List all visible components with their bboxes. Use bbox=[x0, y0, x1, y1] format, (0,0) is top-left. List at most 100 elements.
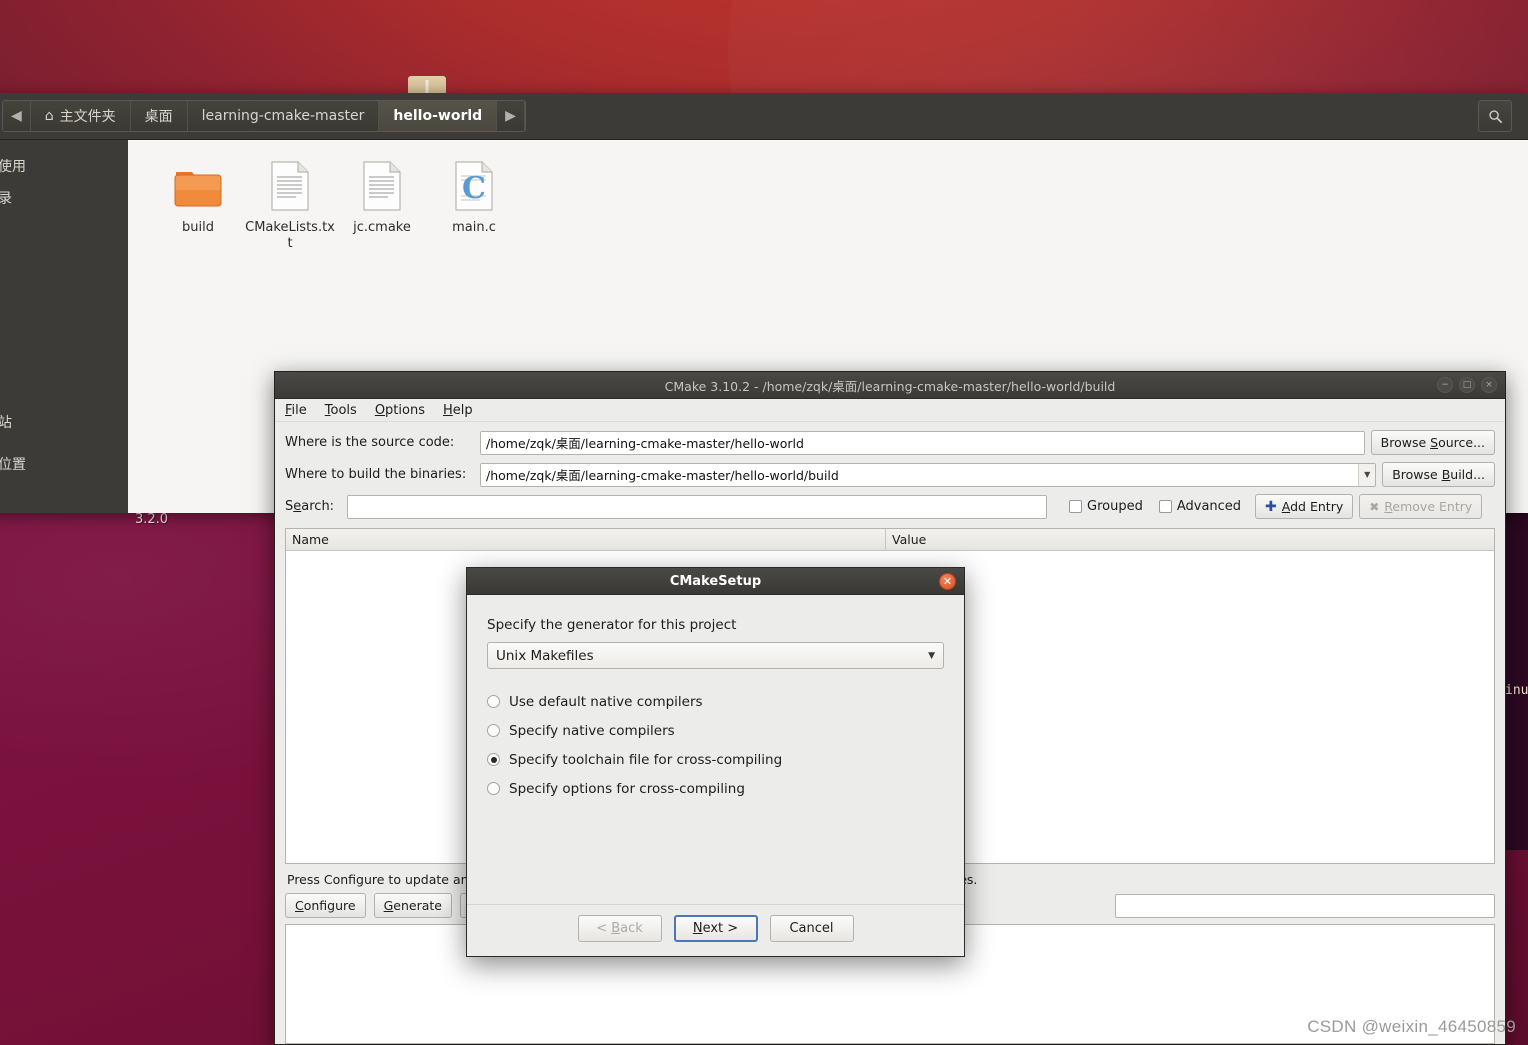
radio-icon-selected bbox=[487, 753, 500, 766]
radio-icon bbox=[487, 724, 500, 737]
menu-item-help[interactable]: Help bbox=[443, 403, 473, 418]
cancel-label: Cancel bbox=[789, 921, 834, 936]
chevron-down-icon[interactable]: ▼ bbox=[1358, 463, 1376, 486]
desktop-version-label: 3.2.0 bbox=[135, 512, 169, 527]
column-header-name[interactable]: Name bbox=[286, 529, 886, 550]
sidebar-item-label: 回收站 bbox=[0, 415, 12, 431]
file-label: build bbox=[182, 220, 214, 235]
next-button[interactable]: Next > bbox=[673, 915, 758, 942]
remove-icon: ✖ bbox=[1369, 499, 1380, 514]
maximize-button[interactable]: □ bbox=[1459, 377, 1475, 393]
breadcrumb-item-learning-cmake-master[interactable]: learning-cmake-master bbox=[187, 101, 380, 131]
sidebar-item-pictures[interactable]: 图片 bbox=[0, 278, 128, 310]
browse-source-button[interactable]: Browse Source... bbox=[1370, 430, 1495, 455]
browse-build-button[interactable]: Browse Build... bbox=[1382, 462, 1495, 487]
breadcrumb-item-home[interactable]: ⌂ 主文件夹 bbox=[30, 101, 131, 131]
minimize-icon: − bbox=[1441, 379, 1449, 390]
radio-use-default-native-compilers[interactable]: Use default native compilers bbox=[487, 687, 944, 716]
file-manager-search-button[interactable] bbox=[1478, 100, 1512, 132]
close-button[interactable]: × bbox=[1481, 377, 1497, 393]
source-code-row: Where is the source code: /home/zqk/桌面/l… bbox=[285, 430, 1495, 455]
file-manager-header: ◀ ◀ ⌂ 主文件夹 桌面 learning-cmake-master hell… bbox=[0, 93, 1528, 140]
text-file-icon bbox=[360, 154, 404, 212]
menu-item-label-rest: ile bbox=[291, 402, 307, 418]
configure-label: Configure bbox=[295, 898, 356, 913]
close-icon: ✕ bbox=[942, 574, 953, 588]
radio-label: Specify toolchain file for cross-compili… bbox=[509, 751, 783, 768]
terminal-text: inu bbox=[1505, 683, 1528, 698]
list-item[interactable]: build bbox=[152, 154, 244, 253]
breadcrumb-scroll-right-button[interactable]: ▶ bbox=[497, 101, 525, 131]
sidebar-item-trash[interactable]: 回收站 bbox=[0, 406, 128, 438]
menu-item-tools[interactable]: Tools bbox=[325, 403, 357, 418]
menu-item-file[interactable]: File bbox=[285, 403, 307, 418]
generator-prompt: Specify the generator for this project bbox=[487, 617, 737, 633]
list-item[interactable]: CMakeLists.txt bbox=[244, 154, 336, 253]
sidebar-item-other-locations[interactable]: 其他位置 bbox=[0, 448, 128, 480]
sidebar-item-desktop[interactable]: 桌面 bbox=[0, 214, 128, 246]
sidebar-item-music[interactable]: 音乐 bbox=[0, 374, 128, 406]
source-code-value: /home/zqk/桌面/learning-cmake-master/hello… bbox=[486, 436, 804, 451]
build-binaries-row: Where to build the binaries: /home/zqk/桌… bbox=[285, 462, 1495, 487]
list-item[interactable]: jc.cmake bbox=[336, 154, 428, 253]
file-label: CMakeLists.txt bbox=[245, 220, 335, 252]
add-entry-button[interactable]: ✚ Add Entry bbox=[1255, 494, 1354, 519]
close-icon: × bbox=[1485, 379, 1493, 390]
cache-table-header: Name Value bbox=[286, 529, 1494, 551]
menu-item-options[interactable]: Options bbox=[375, 403, 425, 418]
generate-button[interactable]: Generate bbox=[373, 893, 452, 918]
setup-dialog-content: Specify the generator for this project U… bbox=[467, 595, 964, 904]
setup-dialog-close-button[interactable]: ✕ bbox=[939, 572, 956, 590]
sidebar-item-home[interactable]: 主目录 bbox=[0, 182, 128, 214]
progress-field bbox=[1115, 893, 1495, 918]
cmake-titlebar[interactable]: CMake 3.10.2 - /home/zqk/桌面/learning-cma… bbox=[275, 372, 1505, 399]
back-button[interactable]: < Back bbox=[577, 915, 662, 942]
chevron-down-icon: ▼ bbox=[928, 650, 935, 661]
breadcrumb-scroll-left-button[interactable]: ◀ bbox=[3, 101, 31, 131]
configure-button[interactable]: Configure bbox=[285, 893, 366, 918]
cancel-button[interactable]: Cancel bbox=[769, 915, 854, 942]
sidebar-item-recent[interactable]: 最近使用 bbox=[0, 150, 128, 182]
column-header-value[interactable]: Value bbox=[886, 529, 1494, 550]
watermark: CSDN @weixin_46450859 bbox=[1307, 1017, 1516, 1036]
sidebar-item-downloads[interactable]: 下载 bbox=[0, 342, 128, 374]
minimize-button[interactable]: − bbox=[1437, 377, 1453, 393]
radio-specify-native-compilers[interactable]: Specify native compilers bbox=[487, 716, 944, 745]
advanced-label: Advanced bbox=[1176, 499, 1242, 514]
setup-dialog-titlebar[interactable]: CMakeSetup ✕ bbox=[467, 568, 964, 595]
radio-specify-toolchain-file[interactable]: Specify toolchain file for cross-compili… bbox=[487, 745, 944, 774]
radio-label: Specify native compilers bbox=[509, 722, 675, 739]
c-source-file-icon: C bbox=[452, 154, 496, 212]
home-icon: ⌂ bbox=[44, 108, 54, 124]
breadcrumb-item-desktop[interactable]: 桌面 bbox=[130, 101, 188, 131]
sidebar-item-videos[interactable]: 视频 bbox=[0, 246, 128, 278]
file-label: jc.cmake bbox=[353, 220, 411, 235]
file-label: main.c bbox=[452, 220, 496, 235]
list-item[interactable]: C main.c bbox=[428, 154, 520, 253]
breadcrumb-item-label: 主文件夹 bbox=[59, 109, 116, 125]
sidebar-item-label: 其他位置 bbox=[0, 457, 26, 473]
source-code-input[interactable]: /home/zqk/桌面/learning-cmake-master/hello… bbox=[480, 430, 1365, 455]
grouped-checkbox[interactable]: Grouped bbox=[1069, 499, 1143, 514]
radio-specify-cross-compiling-options[interactable]: Specify options for cross-compiling bbox=[487, 774, 944, 803]
advanced-checkbox[interactable]: Advanced bbox=[1158, 499, 1242, 514]
window-controls: − □ × bbox=[1437, 377, 1497, 393]
file-manager-sidebar: 最近使用 主目录 桌面 视频 图片 文档 下载 音乐 回收站 其他位置 bbox=[0, 140, 128, 513]
sidebar-item-label: 最近使用 bbox=[0, 159, 26, 175]
breadcrumb-item-hello-world[interactable]: hello-world bbox=[379, 101, 498, 131]
setup-dialog-title: CMakeSetup bbox=[669, 573, 762, 589]
grouped-label: Grouped bbox=[1087, 499, 1143, 514]
build-binaries-label: Where to build the binaries: bbox=[285, 467, 467, 482]
build-binaries-input[interactable]: /home/zqk/桌面/learning-cmake-master/hello… bbox=[480, 462, 1377, 487]
remove-entry-button[interactable]: ✖ Remove Entry bbox=[1359, 494, 1483, 519]
breadcrumb-item-label: hello-world bbox=[393, 108, 483, 124]
generator-select[interactable]: Unix Makefiles ▼ bbox=[487, 642, 944, 669]
build-binaries-value: /home/zqk/桌面/learning-cmake-master/hello… bbox=[486, 468, 839, 483]
text-file-icon bbox=[268, 154, 312, 212]
search-input[interactable] bbox=[347, 494, 1047, 519]
breadcrumb-item-label: learning-cmake-master bbox=[201, 108, 365, 124]
back-label: < Back bbox=[596, 921, 643, 936]
plus-icon: ✚ bbox=[1265, 498, 1277, 515]
generate-label: Generate bbox=[383, 898, 442, 913]
sidebar-item-documents[interactable]: 文档 bbox=[0, 310, 128, 342]
